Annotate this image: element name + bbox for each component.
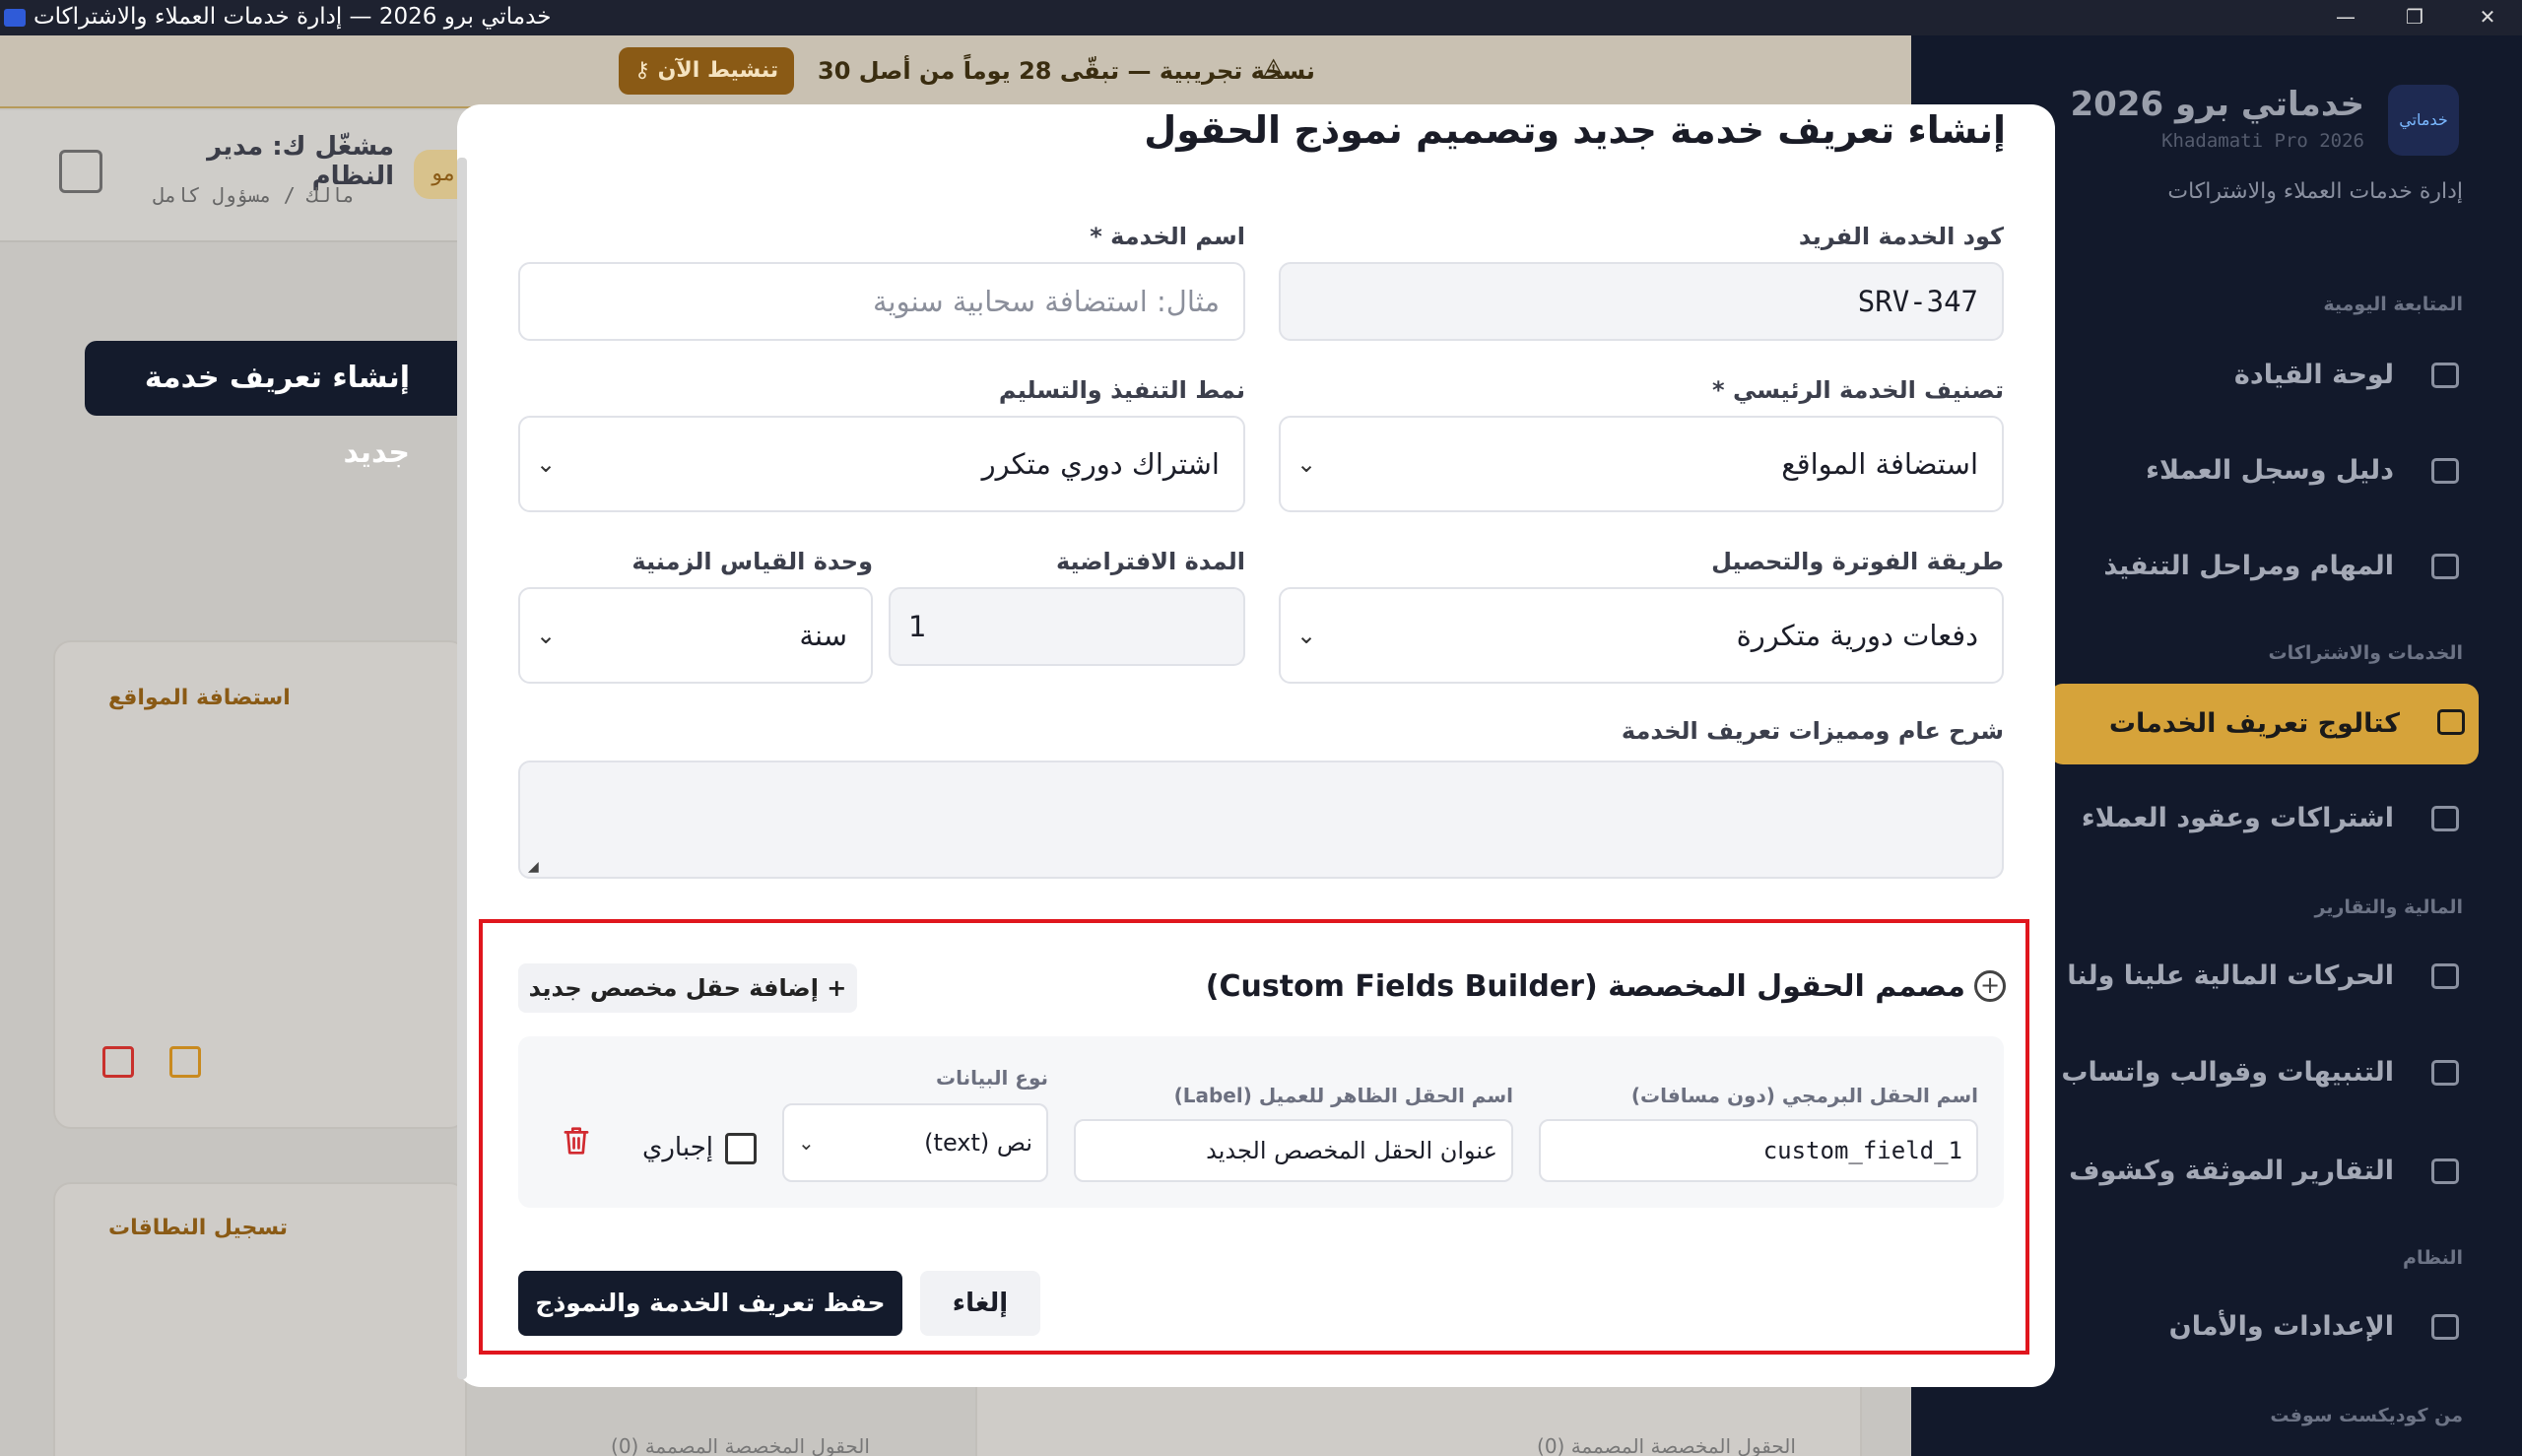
credit-card-icon xyxy=(2431,963,2459,989)
chevron-down-icon: ⌄ xyxy=(798,1131,815,1155)
sidebar-section-daily: المتابعة اليومية xyxy=(2323,294,2463,315)
create-service-button[interactable]: إنشاء تعريف خدمة جديد xyxy=(85,341,498,470)
custom-fields-count: الحقول المخصصة المصممة (0) xyxy=(1537,1434,1796,1456)
billing-method-label: طريقة الفوترة والتحصيل xyxy=(1711,548,2004,575)
brand-title: خدماتي برو 2026 xyxy=(2070,85,2365,124)
category-label: تصنيف الخدمة الرئيسي * xyxy=(1712,376,2004,404)
key-icon: ⚷ xyxy=(633,58,650,83)
minimize-button[interactable]: — xyxy=(2311,0,2380,35)
window-title: خدماتي برو 2026 — إدارة خدمات العملاء وا… xyxy=(33,4,552,30)
users-icon xyxy=(2431,458,2459,484)
edit-icon[interactable] xyxy=(169,1046,201,1078)
maximize-button[interactable]: ❐ xyxy=(2380,0,2449,35)
sidebar-item-tasks[interactable]: المهام ومراحل التنفيذ xyxy=(2059,542,2473,591)
sidebar-item-clients[interactable]: دليل وسجل العملاء xyxy=(2059,446,2473,496)
app-icon xyxy=(4,9,26,27)
sidebar-section-system: النظام xyxy=(2403,1247,2463,1269)
billing-method-select[interactable]: دفعات دورية متكررة ⌄ xyxy=(1279,587,2004,684)
layers-icon xyxy=(2437,709,2465,735)
required-checkbox[interactable] xyxy=(725,1133,757,1164)
brand-description: إدارة خدمات العملاء والاشتراكات xyxy=(2167,179,2463,204)
sidebar-item-reports[interactable]: التقارير الموثقة وكشوف الحسابات xyxy=(2059,1147,2473,1196)
service-code-input[interactable]: SRV-347 xyxy=(1279,262,2004,341)
field-key-label: اسم الحقل البرمجي (دون مسافات) xyxy=(1630,1084,1978,1107)
close-window-button[interactable]: ✕ xyxy=(2453,0,2522,35)
required-label: إجباري xyxy=(642,1133,713,1162)
chevron-down-icon: ⌄ xyxy=(1296,622,1317,649)
sidebar-item-notifications[interactable]: التنبيهات وقوالب واتساب xyxy=(2059,1048,2473,1097)
add-custom-field-button[interactable]: + إضافة حقل مخصص جديد xyxy=(518,963,857,1013)
sidebar-item-service-catalog[interactable]: كتالوج تعريف الخدمات xyxy=(2049,684,2479,764)
briefcase-icon xyxy=(2431,554,2459,579)
default-duration-input[interactable]: 1 xyxy=(889,587,1245,666)
chevron-down-icon: ⌄ xyxy=(536,450,557,478)
window-titlebar: خدماتي برو 2026 — إدارة خدمات العملاء وا… xyxy=(0,0,2522,35)
default-duration-label: المدة الافتراضية xyxy=(1055,548,1245,575)
card-category-tag: استضافة المواقع xyxy=(108,686,291,710)
description-label: شرح عام ومميزات تعريف الخدمة xyxy=(1621,717,2004,745)
chevron-down-icon: ⌄ xyxy=(536,622,557,649)
file-chart-icon xyxy=(2431,1158,2459,1184)
chevron-down-icon: ⌄ xyxy=(1296,450,1317,478)
service-name-input[interactable]: مثال: استضافة سحابية سنوية xyxy=(518,262,1245,341)
calendar-check-icon xyxy=(2431,806,2459,831)
field-display-input[interactable]: عنوان الحقل المخصص الجديد xyxy=(1074,1119,1513,1182)
trial-banner-text: نسخة تجريبية — تبقّى 28 يوماً من أصل 30 xyxy=(818,57,1315,85)
field-display-label: اسم الحقل الظاهر للعميل (Label) xyxy=(1173,1084,1513,1107)
time-unit-select[interactable]: سنة ⌄ xyxy=(518,587,873,684)
field-key-input[interactable]: custom_field_1 xyxy=(1539,1119,1978,1182)
delivery-mode-label: نمط التنفيذ والتسليم xyxy=(998,376,1245,404)
service-code-label: كود الخدمة الفريد xyxy=(1798,223,2004,250)
user-name: مشغّل ك: مدير النظام xyxy=(207,132,394,191)
user-role: مالك / مسؤول كامل xyxy=(153,183,355,207)
activate-button[interactable]: تنشيط الآن ⚷ xyxy=(619,47,794,95)
trash-icon[interactable] xyxy=(562,1125,591,1157)
dashboard-icon xyxy=(2431,363,2459,388)
card-category-tag: تسجيل النطاقات xyxy=(108,1216,289,1240)
cancel-button[interactable]: إلغاء xyxy=(920,1271,1040,1336)
gear-icon xyxy=(2431,1314,2459,1340)
sidebar-item-dashboard[interactable]: لوحة القيادة xyxy=(2059,351,2473,400)
brand-subtitle: Khadamati Pro 2026 xyxy=(2161,130,2364,152)
modal-scrollbar[interactable] xyxy=(457,158,467,1379)
sidebar-item-finance[interactable]: الحركات المالية علينا ولنا xyxy=(2059,952,2473,1001)
field-type-label: نوع البيانات xyxy=(936,1066,1048,1090)
send-icon xyxy=(2431,1060,2459,1086)
sidebar-section-vendor: من كوديكست سوفت xyxy=(2270,1405,2463,1426)
description-textarea[interactable]: ◢ xyxy=(518,761,2004,879)
logout-icon[interactable] xyxy=(59,150,102,193)
save-service-button[interactable]: حفظ تعريف الخدمة والنموذج xyxy=(518,1271,902,1336)
sidebar-item-subscriptions[interactable]: اشتراكات وعقود العملاء xyxy=(2059,794,2473,843)
custom-fields-count: الحقول المخصصة المصممة (0) xyxy=(611,1434,870,1456)
brand-logo: خدماتي xyxy=(2388,85,2459,156)
time-unit-label: وحدة القياس الزمنية xyxy=(631,548,873,575)
sidebar-section-services: الخدمات والاشتراكات xyxy=(2268,642,2463,664)
category-select[interactable]: استضافة المواقع ⌄ xyxy=(1279,416,2004,512)
service-name-label: اسم الخدمة * xyxy=(1090,223,1245,250)
sidebar-item-settings[interactable]: الإعدادات والأمان xyxy=(2059,1302,2473,1352)
sidebar-section-finance: المالية والتقارير xyxy=(2314,896,2463,918)
modal-title: إنشاء تعريف خدمة جديد وتصميم نموذج الحقو… xyxy=(1144,108,2006,152)
delivery-mode-select[interactable]: اشتراك دوري متكرر ⌄ xyxy=(518,416,1245,512)
resize-handle-icon[interactable]: ◢ xyxy=(528,859,539,875)
delete-icon[interactable] xyxy=(102,1046,134,1078)
field-type-select[interactable]: نص (text) ⌄ xyxy=(782,1103,1048,1182)
custom-fields-title: مصمم الحقول المخصصة (Custom Fields Build… xyxy=(1205,969,1965,1004)
plus-circle-icon: + xyxy=(1974,970,2006,1002)
